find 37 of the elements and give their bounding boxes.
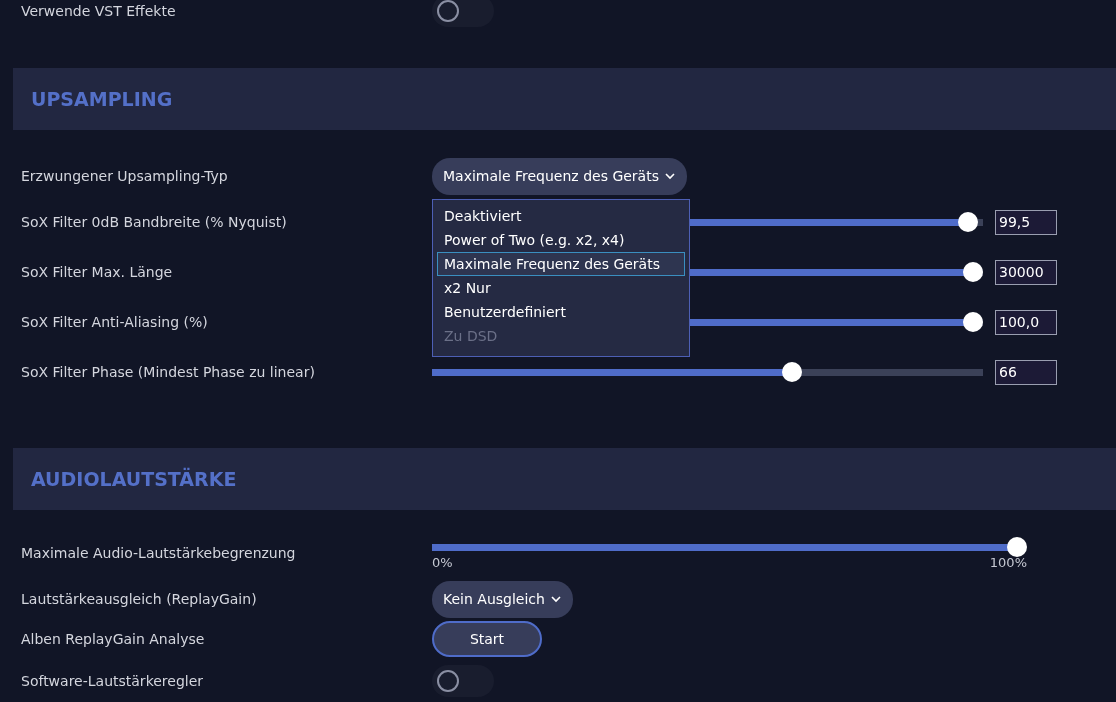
chevron-down-icon — [664, 172, 675, 180]
dropdown-option[interactable]: Maximale Frequenz des Geräts — [437, 251, 685, 276]
dropdown-option[interactable]: Benutzerdefiniert — [437, 299, 685, 324]
section-title: UPSAMPLING — [31, 88, 173, 110]
slider[interactable] — [432, 362, 983, 382]
slider-thumb[interactable] — [963, 312, 983, 332]
value-field[interactable]: 66 — [995, 359, 1057, 385]
max-label: 100% — [989, 554, 1027, 570]
setting-label: Verwende VST Effekte — [21, 3, 177, 19]
toggle-switch[interactable] — [432, 0, 494, 27]
setting-label: SoX Filter 0dB Bandbreite (% Nyquist) — [21, 214, 288, 230]
start-button[interactable]: Start — [432, 621, 542, 657]
setting-label: Alben ReplayGain Analyse — [21, 631, 206, 647]
setting-label: Lautstärkeausgleich (ReplayGain) — [21, 591, 258, 607]
dropdown-select[interactable]: Maximale Frequenz des Geräts — [432, 157, 687, 195]
slider-thumb[interactable] — [957, 212, 978, 232]
value-field[interactable]: 100,0 — [995, 309, 1057, 335]
setting-label: SoX Filter Max. Länge — [21, 264, 174, 280]
dropdown-select[interactable]: Kein Ausgleich — [432, 580, 573, 618]
setting-label: Software-Lautstärkeregler — [21, 673, 205, 689]
min-label: 0% — [432, 554, 453, 570]
value-field[interactable]: 30000 — [995, 259, 1057, 285]
dropdown-option[interactable]: x2 Nur — [437, 275, 685, 300]
slider-thumb[interactable] — [782, 362, 803, 382]
setting-label: Erzwungener Upsampling-Typ — [21, 168, 229, 184]
toggle-switch[interactable] — [432, 665, 494, 697]
chevron-down-icon — [550, 595, 561, 603]
setting-label: SoX Filter Anti-Aliasing (%) — [21, 314, 209, 330]
value-field[interactable]: 99,5 — [995, 209, 1057, 235]
slider-thumb[interactable] — [1007, 536, 1027, 557]
slider-thumb[interactable] — [963, 262, 983, 282]
dropdown-option[interactable]: Deaktiviert — [437, 203, 685, 228]
section-title: AUDIOLAUTSTÄRKE — [31, 468, 237, 490]
slider[interactable] — [432, 536, 1027, 557]
dropdown-option[interactable]: Power of Two (e.g. x2, x4) — [437, 227, 685, 252]
setting-label: Maximale Audio-Lautstärkebegrenzung — [21, 545, 297, 561]
setting-label: SoX Filter Phase (Mindest Phase zu linear) — [21, 364, 316, 380]
